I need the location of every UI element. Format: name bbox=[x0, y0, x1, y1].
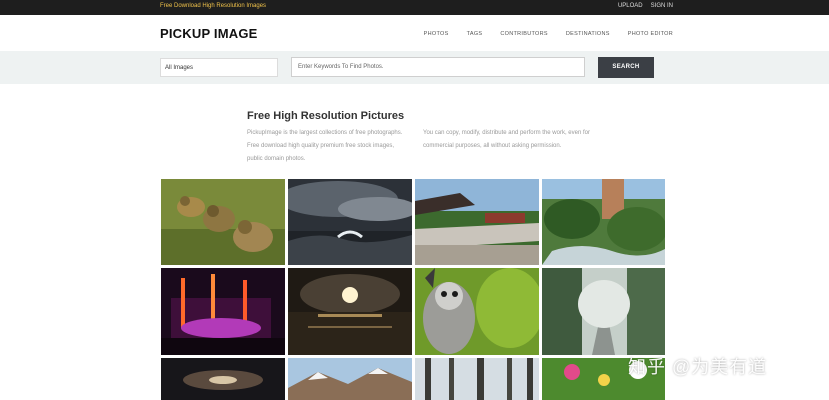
sunset-sea-photo[interactable] bbox=[288, 268, 412, 355]
intro-text-left: PickupImage is the largest collections o… bbox=[247, 130, 403, 162]
watermark-text: 知乎 @为美有道 bbox=[628, 357, 768, 377]
winter-forest-photo[interactable] bbox=[415, 358, 539, 400]
snowy-mountain-photo[interactable] bbox=[288, 358, 412, 400]
search-button[interactable]: SEARCH bbox=[598, 57, 654, 78]
sign-in-link[interactable]: SIGN IN bbox=[651, 3, 673, 9]
search-input[interactable]: Enter Keywords To Find Photos. bbox=[291, 57, 585, 77]
category-select[interactable]: All Images bbox=[160, 58, 278, 77]
forest-waterfall-photo[interactable] bbox=[542, 179, 665, 265]
nav-destinations[interactable]: DESTINATIONS bbox=[566, 31, 610, 37]
nav-tags[interactable]: TAGS bbox=[467, 31, 483, 37]
temple-wall-photo[interactable] bbox=[415, 179, 539, 265]
foggy-road-photo[interactable] bbox=[542, 268, 665, 355]
lemur-photo[interactable] bbox=[415, 268, 539, 355]
site-header: PICKUP IMAGE PHOTOS TAGS CONTRIBUTORS DE… bbox=[0, 15, 829, 51]
upload-link[interactable]: UPLOAD bbox=[618, 3, 643, 9]
site-logo[interactable]: PICKUP IMAGE bbox=[160, 26, 258, 41]
nav-contributors[interactable]: CONTRIBUTORS bbox=[500, 31, 548, 37]
intro-text-right: You can copy, modify, distribute and per… bbox=[423, 130, 590, 149]
top-bar: Free Download High Resolution Images UPL… bbox=[0, 0, 829, 15]
account-links: UPLOAD SIGN IN bbox=[618, 3, 673, 9]
goslings-photo[interactable] bbox=[161, 179, 285, 265]
stormy-sea-photo[interactable] bbox=[288, 179, 412, 265]
nav-photos[interactable]: PHOTOS bbox=[424, 31, 449, 37]
search-bar: All Images Enter Keywords To Find Photos… bbox=[0, 51, 829, 84]
galaxy-photo[interactable] bbox=[161, 358, 285, 400]
site-tagline: Free Download High Resolution Images bbox=[160, 3, 267, 9]
concert-stage-photo[interactable] bbox=[161, 268, 285, 355]
nav-photo-editor[interactable]: PHOTO EDITOR bbox=[628, 31, 673, 37]
page-title: Free High Resolution Pictures bbox=[247, 110, 405, 122]
main-nav: PHOTOS TAGS CONTRIBUTORS DESTINATIONS PH… bbox=[424, 31, 673, 37]
